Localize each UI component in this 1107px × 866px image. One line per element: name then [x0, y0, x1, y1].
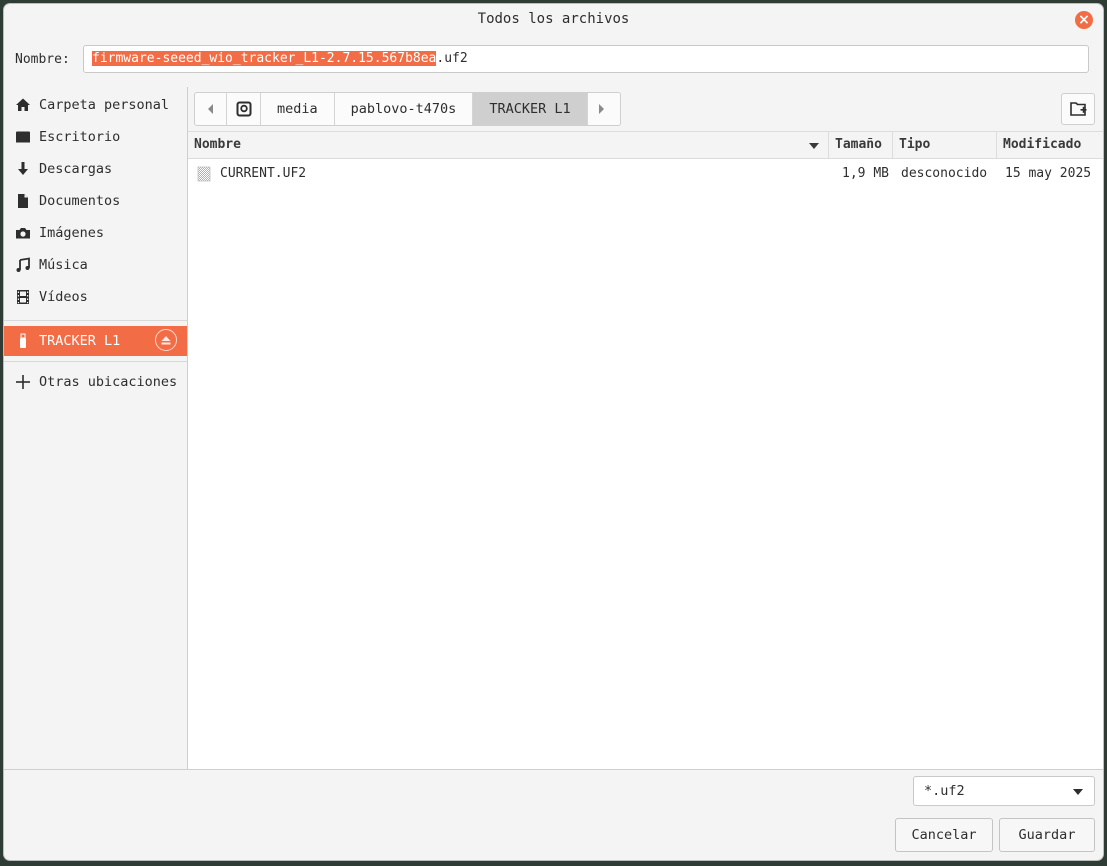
chevron-left-icon [208, 104, 213, 114]
music-icon [16, 257, 30, 272]
sidebar-item-label: Carpeta personal [39, 97, 170, 113]
sidebar-item-videos[interactable]: Vídeos [4, 282, 187, 312]
breadcrumb: media pablovo-t470s TRACKER L1 [194, 92, 621, 126]
filename-selected-text: firmware-seeed_wio_tracker_L1-2.7.15.567… [92, 51, 437, 66]
path-scroll-left-button[interactable] [195, 93, 227, 125]
document-icon [18, 194, 28, 208]
file-type: desconocido [901, 166, 988, 181]
column-header-type[interactable]: Tipo [892, 132, 996, 158]
film-icon [17, 290, 29, 304]
path-scroll-right-button[interactable] [588, 93, 620, 125]
path-crumb-user[interactable]: pablovo-t470s [335, 93, 474, 125]
chevron-down-icon [1073, 789, 1083, 795]
column-header-label: Nombre [194, 137, 241, 152]
bottom-separator [4, 769, 1103, 770]
desktop-icon [16, 131, 30, 143]
sidebar-item-music[interactable]: Música [4, 250, 187, 280]
filename-label: Nombre: [15, 52, 70, 67]
column-header-name[interactable]: Nombre [188, 132, 828, 158]
sidebar-item-tracker-l1[interactable]: TRACKER L1 [4, 326, 187, 356]
file-list-header: Nombre Tamaño Tipo Modificado [188, 131, 1103, 159]
sidebar-item-label: Otras ubicaciones [39, 374, 178, 390]
file-size: 1,9 MB [842, 166, 889, 181]
new-folder-icon [1070, 102, 1087, 116]
sort-descending-icon [809, 143, 819, 149]
sidebar-item-desktop[interactable]: Escritorio [4, 122, 187, 152]
drive-icon [236, 101, 252, 117]
camera-icon [16, 228, 30, 239]
path-crumb-current[interactable]: TRACKER L1 [473, 93, 588, 125]
sidebar-item-label: Imágenes [39, 225, 105, 241]
usb-drive-icon [20, 333, 26, 348]
path-root-drive[interactable] [227, 93, 261, 125]
sidebar-item-label: Descargas [39, 161, 113, 177]
home-icon [16, 98, 30, 111]
file-name: CURRENT.UF2 [220, 166, 307, 181]
path-crumb-media[interactable]: media [261, 93, 335, 125]
close-icon[interactable]: × [1075, 11, 1093, 29]
new-folder-button[interactable] [1061, 93, 1095, 125]
filename-input[interactable]: firmware-seeed_wio_tracker_L1-2.7.15.567… [83, 45, 1089, 73]
sidebar-item-home[interactable]: Carpeta personal [4, 90, 187, 120]
eject-icon[interactable] [155, 329, 177, 351]
filter-value: *.uf2 [924, 783, 965, 799]
column-header-modified[interactable]: Modificado [996, 132, 1103, 158]
sidebar-item-downloads[interactable]: Descargas [4, 154, 187, 184]
sidebar-separator [4, 320, 187, 321]
cancel-button[interactable]: Cancelar [895, 818, 993, 852]
pathbar-area: media pablovo-t470s TRACKER L1 [188, 87, 1103, 131]
download-icon [18, 162, 28, 175]
chevron-right-icon [598, 104, 604, 114]
plus-icon [16, 375, 30, 389]
save-button[interactable]: Guardar [999, 818, 1095, 852]
table-row[interactable]: CURRENT.UF2 1,9 MB desconocido 15 may 20… [188, 161, 1103, 187]
sidebar-item-documents[interactable]: Documentos [4, 186, 187, 216]
file-modified: 15 may 2025 [1005, 166, 1092, 181]
titlebar: Todos los archivos × [4, 4, 1103, 40]
sidebar-item-other-locations[interactable]: Otras ubicaciones [4, 367, 187, 397]
sidebar-item-label: Música [39, 257, 88, 273]
file-icon [197, 166, 211, 182]
sidebar-separator [4, 361, 187, 362]
column-header-size[interactable]: Tamaño [828, 132, 892, 158]
sidebar-item-label: TRACKER L1 [39, 333, 121, 349]
sidebar-item-pictures[interactable]: Imágenes [4, 218, 187, 248]
places-sidebar: Carpeta personal Escritorio Descargas Do… [4, 87, 188, 769]
window-title: Todos los archivos [477, 11, 630, 27]
sidebar-item-label: Vídeos [39, 289, 88, 305]
file-save-dialog: Todos los archivos × Nombre: firmware-se… [4, 4, 1103, 860]
file-browser: media pablovo-t470s TRACKER L1 Nombre Ta… [188, 87, 1103, 769]
file-type-filter-select[interactable]: *.uf2 [913, 776, 1095, 806]
sidebar-item-label: Documentos [39, 193, 121, 209]
filename-extension-text: .uf2 [436, 51, 468, 66]
sidebar-item-label: Escritorio [39, 129, 121, 145]
